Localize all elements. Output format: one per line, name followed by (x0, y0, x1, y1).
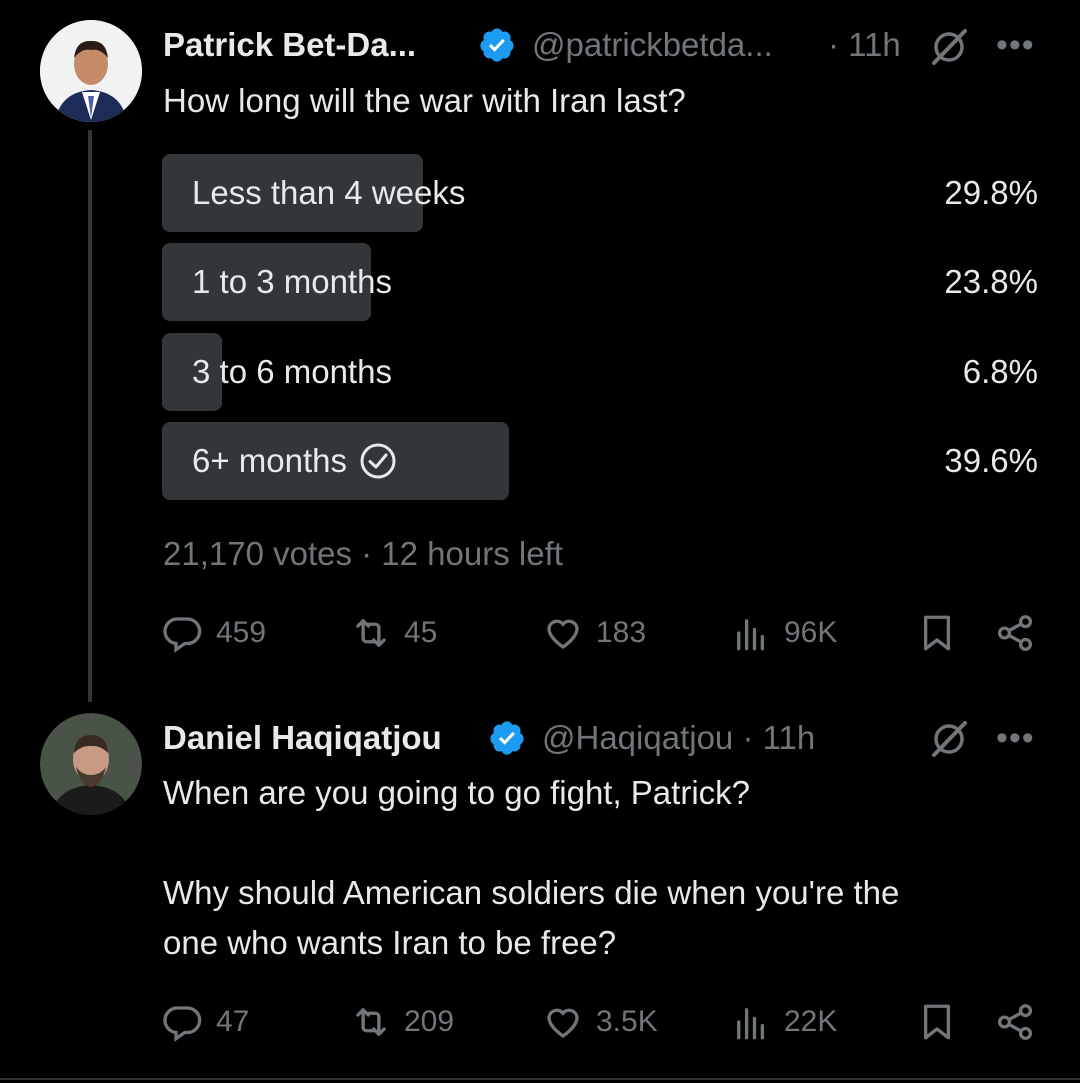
more-options-icon[interactable]: ••• (996, 719, 1035, 758)
repost-button[interactable]: 209 (350, 1001, 454, 1043)
poll-summary: 21,170 votes · 12 hours left (163, 535, 563, 572)
share-button[interactable] (994, 612, 1036, 654)
repost-icon (356, 1008, 386, 1036)
poll-option-label: 1 to 3 months (192, 263, 392, 300)
grok-icon[interactable] (928, 718, 970, 760)
views-icon (737, 619, 765, 651)
poll-option: Less than 4 weeks 29.8% (162, 154, 1042, 232)
reply-icon (163, 1006, 202, 1042)
poll-option-label: 6+ months (192, 442, 348, 479)
heart-icon (547, 1008, 579, 1038)
share-icon (997, 1004, 1033, 1040)
like-count: 183 (596, 616, 647, 649)
bookmark-icon (923, 615, 951, 651)
poll-option-label: 3 to 6 months (192, 353, 392, 390)
author-handle[interactable]: @patrickbetda... (532, 26, 773, 64)
poll-option: 6+ months 39.6% (162, 422, 1042, 500)
bookmark-icon (923, 1004, 951, 1040)
like-button[interactable]: 183 (542, 612, 646, 654)
reply-text-line: one who wants Iran to be free? (163, 924, 617, 961)
share-icon (997, 615, 1033, 651)
post-time[interactable]: · 11h (828, 26, 901, 64)
reply-text-line: Why should American soldiers die when yo… (163, 874, 900, 911)
reply-author-name[interactable]: Daniel Haqiqatjou (163, 719, 442, 757)
divider (0, 1078, 1080, 1080)
author-avatar[interactable] (40, 20, 142, 122)
bookmark-button[interactable] (916, 1001, 958, 1043)
poll-option-percent: 6.8% (962, 353, 1038, 390)
grok-icon[interactable] (928, 26, 970, 68)
view-count: 96K (784, 616, 838, 649)
poll-option: 1 to 3 months 23.8% (162, 243, 1042, 321)
poll-option-percent: 23.8% (944, 263, 1038, 300)
reply-button[interactable]: 459 (162, 612, 266, 654)
verified-badge-icon (490, 721, 524, 755)
like-count: 3.5K (596, 1005, 658, 1038)
post-text: How long will the war with Iran last? (163, 82, 686, 119)
poll-option: 3 to 6 months 6.8% (162, 333, 1042, 411)
reply-icon (163, 617, 202, 653)
reply-author-avatar[interactable] (40, 713, 142, 815)
thread-connector (88, 130, 92, 702)
verified-badge-icon (480, 28, 514, 62)
repost-icon (356, 619, 386, 647)
like-button[interactable]: 3.5K (542, 1001, 658, 1043)
views-button[interactable]: 96K (730, 612, 837, 654)
poll-option-percent: 29.8% (944, 174, 1038, 211)
poll-option-label: Less than 4 weeks (192, 174, 466, 211)
check-circle-icon (360, 443, 396, 479)
reply-text-line: When are you going to go fight, Patrick? (163, 774, 751, 811)
view-count: 22K (784, 1005, 838, 1038)
heart-icon (547, 619, 579, 649)
repost-button[interactable]: 45 (350, 612, 437, 654)
repost-count: 45 (404, 616, 438, 649)
author-name[interactable]: Patrick Bet-Da... (163, 26, 416, 64)
repost-count: 209 (404, 1005, 455, 1038)
bookmark-button[interactable] (916, 612, 958, 654)
reply-button[interactable]: 47 (162, 1001, 249, 1043)
poll-option-percent: 39.6% (944, 442, 1038, 479)
reply-count: 459 (216, 616, 267, 649)
reply-count: 47 (216, 1005, 250, 1038)
share-button[interactable] (994, 1001, 1036, 1043)
views-button[interactable]: 22K (730, 1001, 837, 1043)
views-icon (737, 1008, 765, 1040)
reply-author-handle[interactable]: @Haqiqatjou · 11h (542, 719, 815, 757)
more-options-icon[interactable]: ••• (996, 26, 1035, 65)
